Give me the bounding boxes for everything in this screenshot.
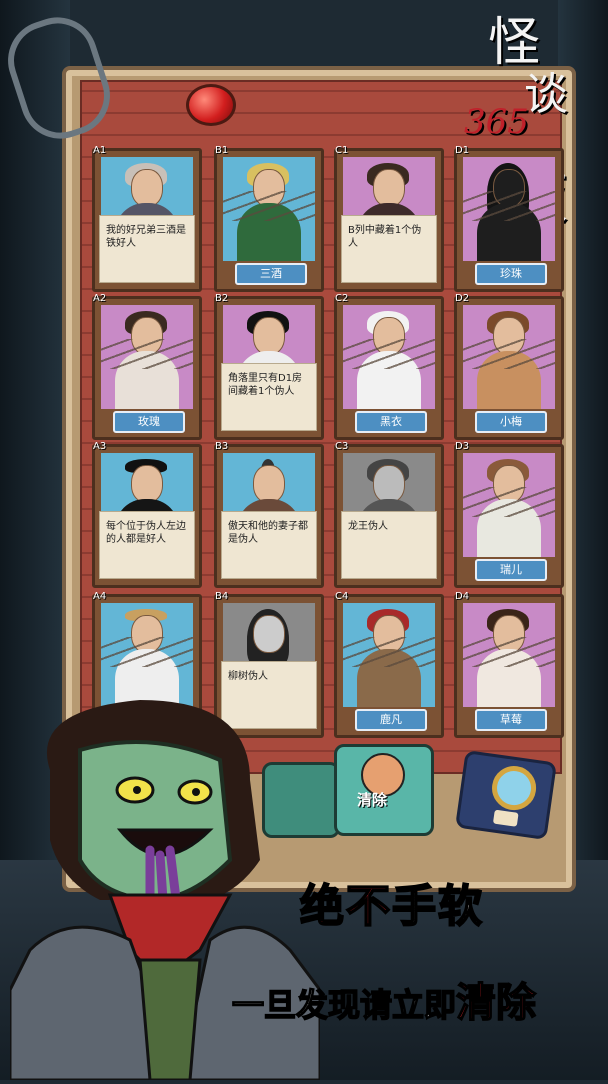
name-tag: 瑞儿 [475, 559, 547, 581]
barbed-wire [343, 339, 435, 369]
name-tag: 三酒 [235, 263, 307, 285]
barbed-wire [463, 191, 555, 221]
card-a2[interactable]: A2 玫瑰 [92, 293, 202, 440]
card-id: B3 [215, 441, 229, 452]
card-id: B4 [215, 591, 229, 602]
clue-note: 每个位于伪人左边的人都是好人 [99, 511, 195, 579]
card-id: D2 [455, 293, 470, 304]
face [253, 615, 285, 653]
clear-tool-button[interactable]: 清除 [334, 744, 434, 836]
card-c3[interactable]: C3 龙王伪人 [334, 441, 444, 588]
red-alarm-button[interactable] [186, 84, 236, 126]
promo-subline-highlight: 清除 [455, 979, 537, 1027]
card-id: B1 [215, 145, 229, 156]
portrait [463, 453, 555, 557]
name-tag: 草莓 [475, 709, 547, 731]
face [131, 169, 163, 207]
face [253, 317, 285, 355]
magnifier-icon [489, 763, 539, 813]
clue-note: 角落里只有D1房间藏着1个伪人 [221, 363, 317, 431]
face [131, 465, 163, 503]
portrait [343, 305, 435, 409]
card-d4[interactable]: D4 草莓 [454, 591, 564, 738]
logo-char-2: 谈 [524, 69, 568, 120]
card-id: D4 [455, 591, 470, 602]
card-id: C1 [335, 145, 349, 156]
barbed-wire [463, 339, 555, 369]
card-c4[interactable]: C4 鹿凡 [334, 591, 444, 738]
clue-note: 我的好兄弟三酒是铁好人 [99, 215, 195, 283]
barbed-wire [463, 637, 555, 667]
name-tag: 黑衣 [355, 411, 427, 433]
card-id: C4 [335, 591, 349, 602]
card-b1[interactable]: B1 三酒 [214, 145, 324, 292]
name-tag: 鹿凡 [355, 709, 427, 731]
card-a1[interactable]: A1 我的好兄弟三酒是铁好人 [92, 145, 202, 292]
promo-headline-white: 手软 [391, 880, 484, 933]
card-b2[interactable]: B2 角落里只有D1房间藏着1个伪人 [214, 293, 324, 440]
promo-headline: 绝不手软 [299, 870, 484, 934]
portrait [463, 305, 555, 409]
name-tag: 珍珠 [475, 263, 547, 285]
card-d2[interactable]: D2 小梅 [454, 293, 564, 440]
video-ad-icon [492, 809, 519, 827]
card-c1[interactable]: C1 B列中藏着1个伪人 [334, 145, 444, 292]
card-id: C2 [335, 293, 349, 304]
barbed-wire [223, 191, 315, 221]
card-id: A1 [93, 145, 107, 156]
barbed-wire [101, 637, 193, 667]
clue-note: B列中藏着1个伪人 [341, 215, 437, 283]
card-id: D1 [455, 145, 470, 156]
clue-note: 龙王伪人 [341, 511, 437, 579]
card-d1[interactable]: D1 珍珠 [454, 145, 564, 292]
card-d3[interactable]: D3 瑞儿 [454, 441, 564, 588]
card-id: A2 [93, 293, 107, 304]
clue-note: 傲天和他的妻子都是伪人 [221, 511, 317, 579]
portrait [101, 305, 193, 409]
card-a3[interactable]: A3 每个位于伪人左边的人都是好人 [92, 441, 202, 588]
clear-label: 清除 [357, 791, 388, 809]
face [373, 465, 405, 503]
face [253, 465, 285, 503]
portrait [223, 157, 315, 261]
promo-headline-red: 绝不 [299, 880, 392, 933]
portrait [343, 603, 435, 707]
barbed-wire [101, 339, 193, 369]
portrait [463, 603, 555, 707]
promo-subline-text: 一旦发现请立即 [231, 985, 457, 1025]
barbed-wire [343, 637, 435, 667]
face [373, 169, 405, 207]
name-tag: 玫瑰 [113, 411, 185, 433]
card-id: A4 [93, 591, 107, 602]
portrait [463, 157, 555, 261]
card-id: C3 [335, 441, 349, 452]
card-c2[interactable]: C2 黑衣 [334, 293, 444, 440]
magnifier-tool-button[interactable] [455, 749, 557, 841]
barbed-wire [463, 487, 555, 517]
card-id: D3 [455, 441, 470, 452]
promo-subline: 一旦发现请立即清除 [231, 970, 537, 1028]
card-id: A3 [93, 441, 107, 452]
card-b3[interactable]: B3 傲天和他的妻子都是伪人 [214, 441, 324, 588]
logo-number: 365 [464, 102, 529, 142]
name-tag: 小梅 [475, 411, 547, 433]
card-id: B2 [215, 293, 229, 304]
